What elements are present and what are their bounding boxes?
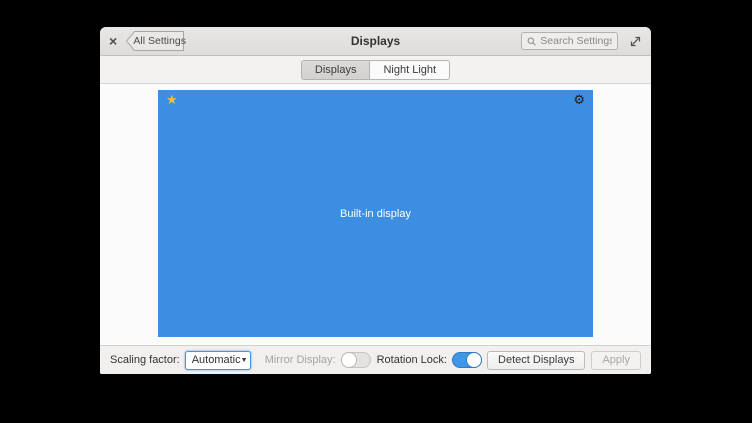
tab-night-light[interactable]: Night Light — [370, 60, 450, 80]
apply-button: Apply — [591, 351, 641, 370]
scaling-factor-label: Scaling factor: — [110, 354, 180, 366]
all-settings-back-button[interactable]: All Settings — [126, 31, 184, 51]
display-preview[interactable]: ★ ⚙ Built-in display — [158, 90, 593, 337]
mirror-display-toggle — [341, 352, 371, 368]
display-settings-gear-icon[interactable]: ⚙ — [573, 93, 585, 109]
detect-displays-button[interactable]: Detect Displays — [487, 351, 585, 370]
toggle-knob — [466, 352, 482, 368]
rotation-lock-label: Rotation Lock: — [377, 354, 447, 366]
search-field[interactable] — [521, 32, 618, 50]
search-input[interactable] — [540, 35, 612, 47]
scaling-factor-value: Automatic — [192, 354, 241, 366]
close-icon[interactable]: × — [109, 34, 117, 48]
action-bar: Scaling factor: Automatic ▼ Mirror Displ… — [100, 345, 651, 374]
search-icon — [527, 36, 536, 47]
toggle-knob — [341, 352, 357, 368]
chevron-down-icon: ▼ — [241, 357, 248, 364]
rotation-lock-toggle[interactable] — [452, 352, 482, 368]
display-name-label: Built-in display — [340, 208, 411, 220]
maximize-icon[interactable] — [629, 35, 642, 48]
scaling-factor-dropdown[interactable]: Automatic ▼ — [185, 351, 251, 370]
primary-display-star-icon: ★ — [166, 93, 178, 109]
mirror-display-label: Mirror Display: — [265, 354, 336, 366]
view-switcher: Displays Night Light — [100, 56, 651, 84]
back-button-label: All Settings — [135, 31, 184, 51]
header-bar: × All Settings Displays — [100, 27, 651, 56]
displays-settings-window: × All Settings Displays Displays Night — [100, 27, 651, 374]
tab-displays[interactable]: Displays — [301, 60, 371, 80]
content-area: ★ ⚙ Built-in display — [100, 84, 651, 345]
